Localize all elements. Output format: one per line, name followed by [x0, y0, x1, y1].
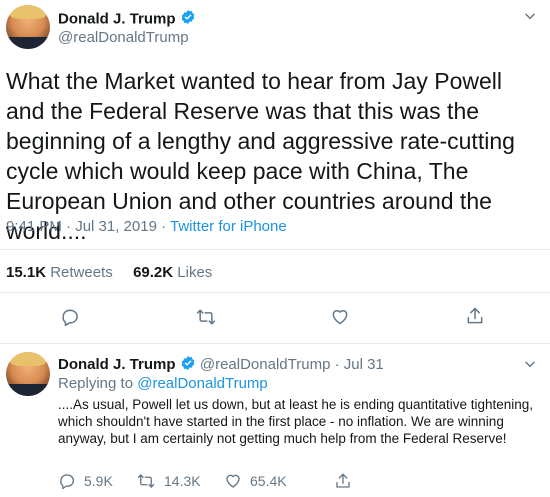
- heart-icon[interactable]: [330, 307, 350, 327]
- tweet-time[interactable]: 9:41 PM · Jul 31, 2019 ·: [6, 218, 170, 235]
- divider: [0, 249, 550, 250]
- reply-author-avatar[interactable]: [6, 352, 50, 396]
- reply-author-name[interactable]: Donald J. Trump: [58, 356, 176, 373]
- retweets-label: Retweets: [46, 264, 113, 281]
- replying-prefix: Replying to: [58, 375, 138, 392]
- chevron-down-icon[interactable]: [523, 357, 537, 371]
- reply-author-handle[interactable]: @realDonaldTrump: [200, 356, 331, 373]
- likes-label: Likes: [173, 264, 213, 281]
- verified-badge-icon: [180, 355, 196, 375]
- reply-icon: [58, 472, 76, 490]
- author-avatar[interactable]: [6, 5, 50, 49]
- retweets-count: 15.1K: [6, 264, 47, 281]
- reply-date[interactable]: · Jul 31: [330, 356, 384, 373]
- reply-header: Donald J. Trump @realDonaldTrump · Jul 3…: [58, 355, 384, 375]
- reply-likes-button[interactable]: 65.4K: [224, 472, 287, 490]
- reply-text: ....As usual, Powell let us down, but at…: [58, 397, 534, 446]
- replying-handle[interactable]: @realDonaldTrump: [137, 375, 268, 392]
- author-name[interactable]: Donald J. Trump: [58, 11, 176, 28]
- share-icon[interactable]: [334, 472, 352, 490]
- tweet-timestamp: 9:41 PM · Jul 31, 2019 · Twitter for iPh…: [6, 218, 287, 235]
- heart-icon: [224, 472, 242, 490]
- reply-replies-button[interactable]: 5.9K: [58, 472, 113, 490]
- replying-to: Replying to @realDonaldTrump: [58, 375, 268, 392]
- likes-stat[interactable]: 69.2K Likes: [133, 264, 212, 281]
- author-handle[interactable]: @realDonaldTrump: [58, 29, 189, 46]
- verified-badge-icon: [180, 9, 196, 30]
- tweet-source[interactable]: Twitter for iPhone: [170, 218, 287, 235]
- divider: [0, 343, 550, 344]
- retweets-stat[interactable]: 15.1K Retweets: [6, 264, 113, 281]
- retweet-count: 14.3K: [164, 473, 201, 489]
- like-count: 65.4K: [250, 473, 287, 489]
- retweet-icon: [136, 472, 156, 490]
- reply-count: 5.9K: [84, 473, 113, 489]
- tweet-stats: 15.1K Retweets 69.2K Likes: [6, 264, 212, 281]
- retweet-icon[interactable]: [195, 307, 217, 327]
- reply-icon[interactable]: [60, 307, 80, 327]
- share-icon[interactable]: [465, 306, 485, 326]
- likes-count: 69.2K: [133, 264, 174, 281]
- divider: [0, 292, 550, 293]
- reply-action-bar: 5.9K 14.3K 65.4K: [58, 472, 538, 492]
- chevron-down-icon[interactable]: [523, 9, 537, 23]
- reply-retweets-button[interactable]: 14.3K: [136, 472, 201, 490]
